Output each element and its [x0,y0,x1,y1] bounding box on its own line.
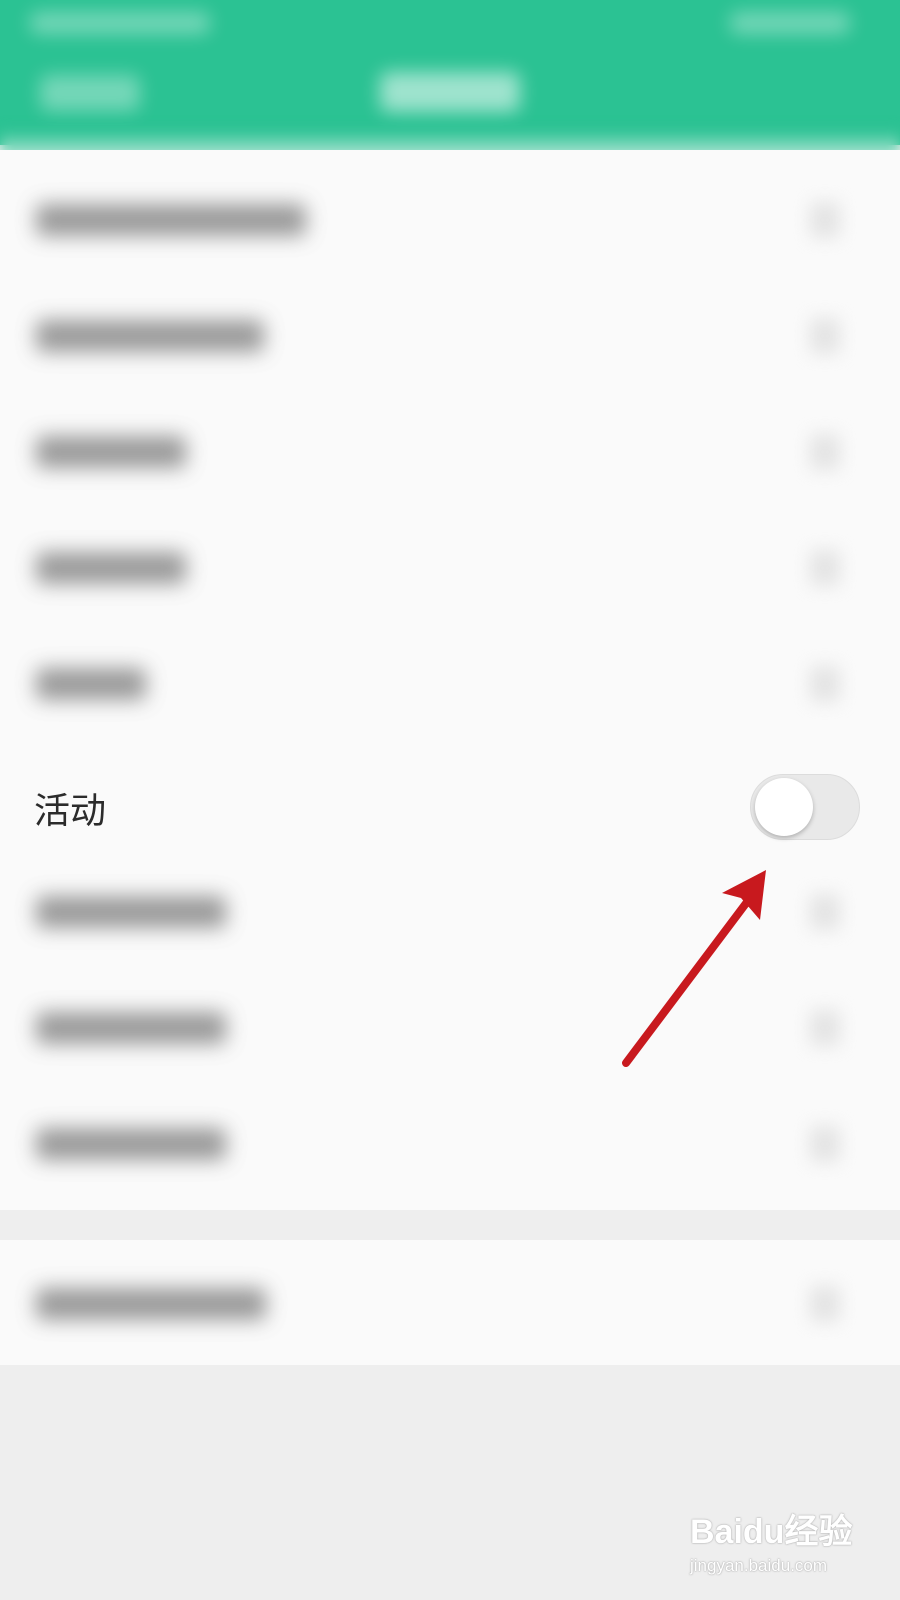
watermark-url: jingyan.baidu.com [690,1556,828,1575]
baidu-jingyan-watermark: Baidu经验 jingyan.baidu.com [690,1498,890,1588]
red-arrow-icon [622,870,766,1067]
watermark-brand: Baidu经验 [690,1513,853,1551]
